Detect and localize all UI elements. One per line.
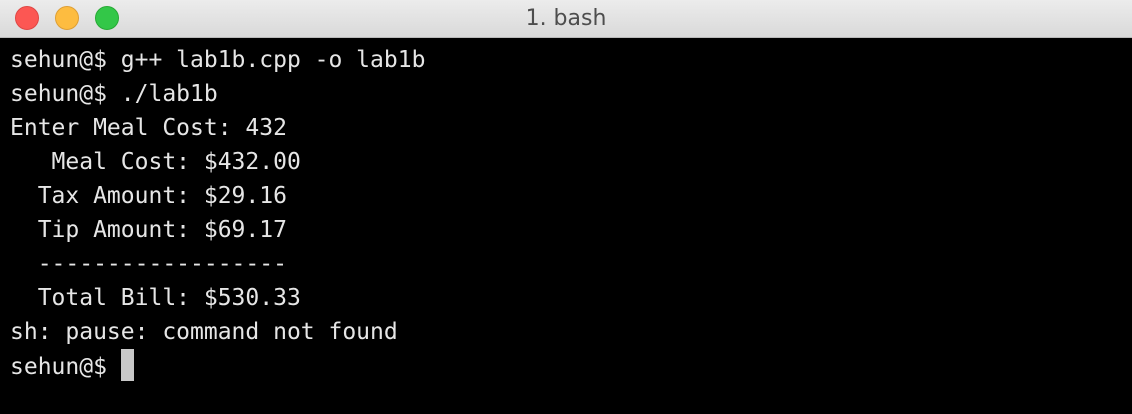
terminal-line: sehun@$ g++ lab1b.cpp -o lab1b [10,47,426,73]
window-title: 1. bash [525,6,607,31]
terminal-output[interactable]: sehun@$ g++ lab1b.cpp -o lab1b sehun@$ .… [10,43,1122,408]
terminal-line: ------------------ [10,251,287,277]
terminal-line: sh: pause: command not found [10,319,398,345]
shell-prompt: sehun@$ [10,354,121,380]
terminal-line: Tax Amount: $29.16 [10,183,287,209]
title-bar[interactable]: 1. bash [0,0,1132,38]
terminal-line: Meal Cost: $432.00 [10,149,301,175]
terminal-window: 1. bash sehun@$ g++ lab1b.cpp -o lab1b s… [0,0,1132,414]
terminal-prompt-line[interactable]: sehun@$ [10,349,1122,383]
terminal-line: Tip Amount: $69.17 [10,217,287,243]
terminal-line: sehun@$ ./lab1b [10,81,218,107]
terminal-line: Enter Meal Cost: 432 [10,115,287,141]
terminal-line: Total Bill: $530.33 [10,285,301,311]
text-cursor [120,349,134,381]
